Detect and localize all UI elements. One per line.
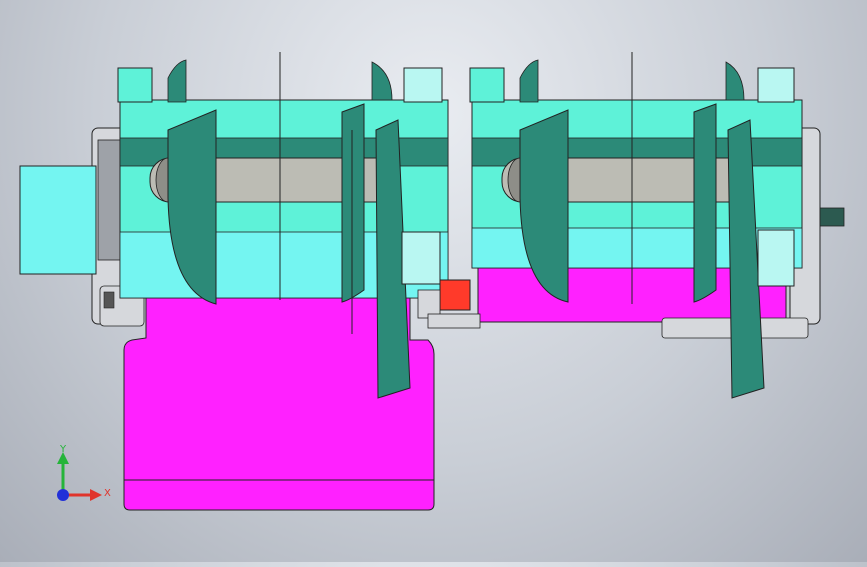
cad-viewport[interactable] <box>0 0 867 562</box>
left-red-connector <box>439 279 471 311</box>
right-module[interactable] <box>427 52 845 399</box>
coordinate-triad: Y X <box>44 440 114 510</box>
model-view[interactable] <box>0 0 867 562</box>
left-motor-block <box>19 165 97 275</box>
x-axis-label: X <box>104 488 111 499</box>
z-axis-dot <box>57 489 69 501</box>
y-axis-label: Y <box>59 444 67 455</box>
